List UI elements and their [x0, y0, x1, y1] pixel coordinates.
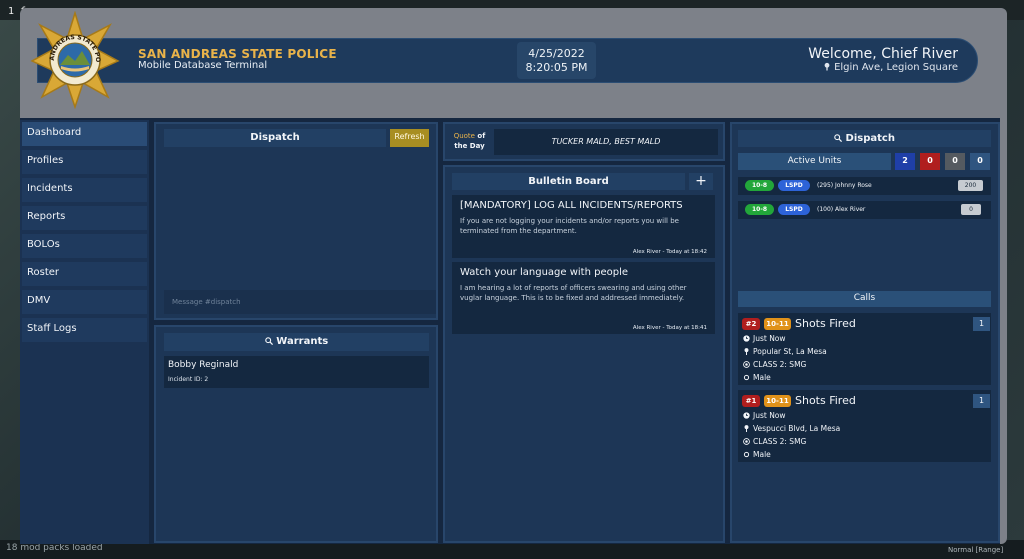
unit-row[interactable]: 10-8 LSPD (295) Johnny Rose 200	[738, 177, 991, 195]
call-unit-count: 1	[973, 317, 990, 331]
call-weapon: CLASS 2: SMG	[743, 360, 806, 369]
search-icon	[265, 337, 273, 345]
bulletin-post-title: [MANDATORY] LOG ALL INCIDENTS/REPORTS	[460, 200, 683, 211]
sidebar-item-profiles[interactable]: Profiles	[22, 150, 147, 174]
quote-label-day: the Day	[454, 142, 485, 150]
circle-icon	[743, 374, 750, 381]
location-text: Elgin Ave, Legion Square	[834, 62, 958, 73]
sidebar-item-incidents[interactable]: Incidents	[22, 178, 147, 202]
unit-count-busy: 0	[920, 153, 940, 170]
unit-status-badge: 10-8	[745, 180, 774, 191]
unit-count-other: 0	[970, 153, 990, 170]
org-name: SAN ANDREAS STATE POLICE	[138, 47, 337, 61]
bulletin-post-author: Alex River - Today at 18:41	[632, 325, 707, 331]
bulletin-post-title: Watch your language with people	[460, 267, 629, 278]
bulletin-post[interactable]: [MANDATORY] LOG ALL INCIDENTS/REPORTS If…	[452, 195, 715, 258]
sidebar-item-roster[interactable]: Roster	[22, 262, 147, 286]
bulletin-post-body: If you are not logging your incidents an…	[460, 217, 679, 235]
unit-dept-badge: LSPD	[778, 204, 810, 215]
bulletin-board-title: Bulletin Board	[452, 173, 685, 190]
warrants-title: Warrants	[164, 333, 429, 351]
current-time: 8:20:05 PM	[525, 61, 588, 74]
map-pin-icon	[824, 62, 830, 71]
quote-text: TUCKER MALD, BEST MALD	[494, 129, 718, 155]
voice-range-status: Normal [Range]	[948, 546, 1004, 554]
call-weapon-text: CLASS 2: SMG	[753, 437, 807, 446]
org-subtitle: Mobile Database Terminal	[138, 60, 268, 71]
call-code-badge: 10-11	[764, 318, 791, 330]
call-time: Just Now	[743, 411, 786, 420]
call-gender-text: Male	[753, 373, 771, 382]
date-time-box: 4/25/2022 8:20:05 PM	[517, 42, 596, 79]
warrant-incident-id: Incident ID: 2	[168, 376, 209, 383]
unit-dept-badge: LSPD	[778, 180, 810, 191]
mod-packs-status: 18 mod packs loaded	[6, 543, 103, 553]
unit-count-available: 2	[895, 153, 915, 170]
call-card[interactable]: #2 10-11 Shots Fired 1 Just Now Popular …	[738, 313, 991, 385]
call-street: Vespucci Blvd, La Mesa	[743, 424, 840, 433]
quote-label: Quote of the Day	[451, 131, 488, 157]
dispatch-message-input[interactable]	[164, 290, 436, 314]
bulletin-post[interactable]: Watch your language with people I am hea…	[452, 262, 715, 334]
call-title: Shots Fired	[795, 394, 856, 407]
search-icon	[834, 134, 843, 142]
location-line: Elgin Ave, Legion Square	[823, 62, 958, 73]
active-units-label: Active Units	[738, 153, 891, 170]
call-title: Shots Fired	[795, 317, 856, 330]
circle-icon	[743, 451, 750, 458]
add-bulletin-button[interactable]: +	[689, 173, 713, 190]
clock-icon	[743, 335, 750, 342]
call-weapon-text: CLASS 2: SMG	[753, 360, 807, 369]
call-street: Popular St, La Mesa	[743, 347, 827, 356]
sidebar-item-bolos[interactable]: BOLOs	[22, 234, 147, 258]
call-id-badge: #2	[742, 318, 760, 330]
call-code-badge: 10-11	[764, 395, 791, 407]
call-weapon: CLASS 2: SMG	[743, 437, 806, 446]
sidebar-item-dmv[interactable]: DMV	[22, 290, 147, 314]
call-time-text: Just Now	[753, 334, 786, 343]
dispatch-units-title-text: Dispatch	[845, 133, 895, 144]
police-star-badge-icon: SAN ANDREAS STATE POLICE	[30, 11, 120, 109]
unit-status-badge: 10-8	[745, 204, 774, 215]
sidebar-item-dashboard[interactable]: Dashboard	[22, 122, 147, 146]
refresh-button[interactable]: Refresh	[390, 129, 429, 147]
quote-label-of: of	[477, 132, 486, 140]
dispatch-chat-title: Dispatch	[164, 129, 386, 147]
unit-callsign: 0	[961, 204, 981, 215]
warrants-title-text: Warrants	[276, 336, 329, 347]
target-icon	[743, 438, 750, 445]
call-time-text: Just Now	[753, 411, 786, 420]
sidebar-item-reports[interactable]: Reports	[22, 206, 147, 230]
current-date: 4/25/2022	[528, 47, 585, 60]
map-pin-icon	[744, 425, 749, 432]
target-icon	[743, 361, 750, 368]
warrant-item[interactable]: Bobby Reginald Incident ID: 2	[164, 356, 429, 388]
unit-count-offline: 0	[945, 153, 965, 170]
clock-icon	[743, 412, 750, 419]
call-unit-count: 1	[973, 394, 990, 408]
warrant-name: Bobby Reginald	[168, 360, 239, 370]
call-gender-text: Male	[753, 450, 771, 459]
sidebar-item-staff-logs[interactable]: Staff Logs	[22, 318, 147, 342]
calls-label: Calls	[738, 291, 991, 307]
unit-name: (295) Johnny Rose	[817, 182, 872, 189]
call-time: Just Now	[743, 334, 786, 343]
call-street-text: Vespucci Blvd, La Mesa	[753, 424, 841, 433]
unit-row[interactable]: 10-8 LSPD (100) Alex River 0	[738, 201, 991, 219]
call-id-badge: #1	[742, 395, 760, 407]
unit-name: (100) Alex River	[817, 206, 866, 213]
welcome-text: Welcome, Chief River	[808, 46, 958, 62]
unit-callsign: 200	[958, 180, 983, 191]
call-gender: Male	[743, 373, 771, 382]
bulletin-post-author: Alex River - Today at 18:42	[632, 249, 707, 255]
call-gender: Male	[743, 450, 771, 459]
map-pin-icon	[744, 348, 749, 355]
call-street-text: Popular St, La Mesa	[753, 347, 827, 356]
bulletin-post-body: I am hearing a lot of reports of officer…	[460, 284, 687, 302]
quote-label-word: Quote	[453, 132, 475, 140]
call-card[interactable]: #1 10-11 Shots Fired 1 Just Now Vespucci…	[738, 390, 991, 462]
dispatch-units-title: Dispatch	[738, 130, 991, 147]
